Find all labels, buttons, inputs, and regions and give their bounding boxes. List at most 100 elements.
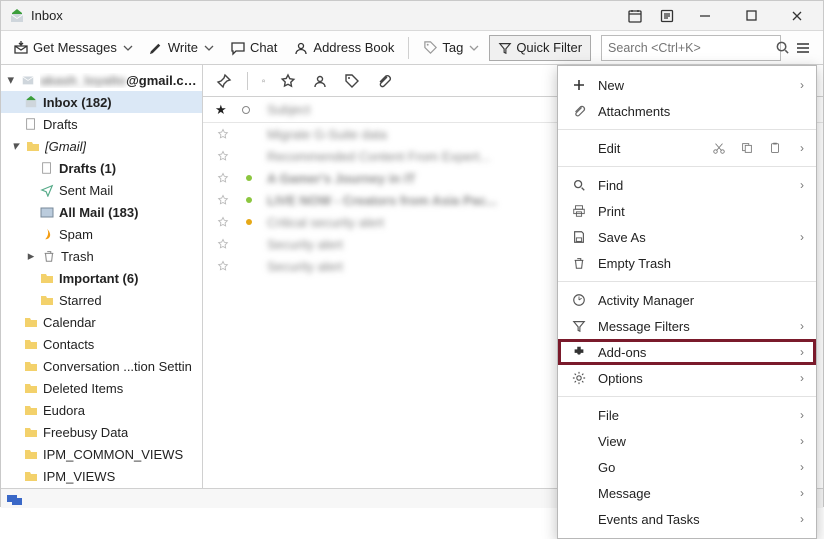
folder-icon xyxy=(23,446,39,462)
folder-label: Sent Mail xyxy=(59,183,113,198)
search-icon xyxy=(570,178,588,192)
attachment-icon xyxy=(570,104,588,118)
menu-edit[interactable]: Edit › xyxy=(558,135,816,161)
menu-activity-manager[interactable]: Activity Manager xyxy=(558,287,816,313)
app-menu: New› Attachments Edit › Find› Print Save… xyxy=(557,65,817,539)
folder-label: Freebusy Data xyxy=(43,425,128,440)
minimize-button[interactable] xyxy=(683,2,727,30)
get-messages-button[interactable]: Get Messages xyxy=(7,35,139,61)
menu-events-tasks[interactable]: Events and Tasks› xyxy=(558,506,816,532)
filter-icon xyxy=(570,319,588,333)
folder-trash[interactable]: ▸ Trash xyxy=(1,245,202,267)
folder-starred[interactable]: Starred xyxy=(1,289,202,311)
chevron-down-icon xyxy=(469,43,479,53)
menu-print[interactable]: Print xyxy=(558,198,816,224)
app-menu-button[interactable] xyxy=(789,35,817,61)
pin-icon[interactable] xyxy=(215,72,233,90)
account-icon xyxy=(21,72,37,88)
star-cell[interactable] xyxy=(215,128,231,140)
attachment-icon[interactable] xyxy=(375,72,393,90)
folder-all-mail[interactable]: All Mail (183) xyxy=(1,201,202,223)
folder-conversation[interactable]: Conversation ...tion Settin xyxy=(1,355,202,377)
expander-icon[interactable]: ▸ xyxy=(25,248,37,264)
tag-label: Tag xyxy=(442,40,463,55)
expander-icon[interactable]: ▾ xyxy=(9,138,21,154)
folder-drafts[interactable]: Drafts xyxy=(1,113,202,135)
folder-icon xyxy=(23,402,39,418)
star-cell[interactable] xyxy=(215,194,231,206)
expander-icon[interactable]: ▾ xyxy=(5,72,17,88)
folder-ipm-views[interactable]: IPM_VIEWS xyxy=(1,465,202,487)
menu-file[interactable]: File› xyxy=(558,402,816,428)
star-cell[interactable] xyxy=(215,260,231,272)
status-cell xyxy=(241,175,257,181)
status-icon[interactable] xyxy=(7,493,23,505)
window-controls xyxy=(683,2,819,30)
inbox-icon xyxy=(9,8,25,24)
close-button[interactable] xyxy=(775,2,819,30)
toolbar-separator xyxy=(408,37,409,59)
maximize-button[interactable] xyxy=(729,2,773,30)
address-book-button[interactable]: Address Book xyxy=(287,35,400,61)
menu-message[interactable]: Message› xyxy=(558,480,816,506)
trash-icon xyxy=(41,248,57,264)
folder-important[interactable]: Important (6) xyxy=(1,267,202,289)
bookmark-icon[interactable] xyxy=(247,72,265,90)
spam-icon xyxy=(39,226,55,242)
tag-button[interactable]: Tag xyxy=(417,35,485,61)
col-read[interactable] xyxy=(241,105,257,115)
menu-separator xyxy=(558,396,816,397)
star-cell[interactable] xyxy=(215,150,231,162)
folder-contacts[interactable]: Contacts xyxy=(1,333,202,355)
search-input[interactable] xyxy=(608,41,769,55)
folder-spam[interactable]: Spam xyxy=(1,223,202,245)
menu-go[interactable]: Go› xyxy=(558,454,816,480)
menu-new[interactable]: New› xyxy=(558,72,816,98)
menu-view[interactable]: View› xyxy=(558,428,816,454)
menu-options[interactable]: Options› xyxy=(558,365,816,391)
chat-label: Chat xyxy=(250,40,277,55)
menu-addons[interactable]: Add-ons› xyxy=(558,339,816,365)
search-box[interactable] xyxy=(601,35,781,61)
star-cell[interactable] xyxy=(215,172,231,184)
folder-label: Spam xyxy=(59,227,93,242)
star-cell[interactable] xyxy=(215,238,231,250)
activity-icon xyxy=(570,293,588,307)
paste-icon[interactable] xyxy=(766,141,784,155)
folder-label: IPM_VIEWS xyxy=(43,469,115,484)
menu-message-filters[interactable]: Message Filters› xyxy=(558,313,816,339)
quick-filter-button[interactable]: Quick Filter xyxy=(489,35,591,61)
folder-ipm-common[interactable]: IPM_COMMON_VIEWS xyxy=(1,443,202,465)
account-node[interactable]: ▾ akash_loyalto@gmail.com xyxy=(1,69,202,91)
folder-gmail[interactable]: ▾ [Gmail] xyxy=(1,135,202,157)
col-star[interactable]: ★ xyxy=(215,102,231,118)
menu-separator xyxy=(558,129,816,130)
menu-empty-trash[interactable]: Empty Trash xyxy=(558,250,816,276)
folder-inbox[interactable]: Inbox (182) xyxy=(1,91,202,113)
folder-tree: ▾ akash_loyalto@gmail.com Inbox (182) Dr… xyxy=(1,65,203,488)
menu-find[interactable]: Find› xyxy=(558,172,816,198)
folder-calendar[interactable]: Calendar xyxy=(1,311,202,333)
folder-gmail-drafts[interactable]: Drafts (1) xyxy=(1,157,202,179)
folder-label: Deleted Items xyxy=(43,381,123,396)
tasks-button[interactable] xyxy=(651,2,683,30)
cut-icon[interactable] xyxy=(710,141,728,155)
star-icon[interactable] xyxy=(279,72,297,90)
chat-button[interactable]: Chat xyxy=(224,35,283,61)
window-title: Inbox xyxy=(31,8,63,23)
folder-sent[interactable]: Sent Mail xyxy=(1,179,202,201)
calendar-button[interactable] xyxy=(619,2,651,30)
folder-eudora[interactable]: Eudora xyxy=(1,399,202,421)
menu-attachments[interactable]: Attachments xyxy=(558,98,816,124)
contact-icon[interactable] xyxy=(311,72,329,90)
copy-icon[interactable] xyxy=(738,141,756,155)
menu-save-as[interactable]: Save As› xyxy=(558,224,816,250)
account-label: akash_loyalto@gmail.com xyxy=(40,73,198,88)
folder-deleted[interactable]: Deleted Items xyxy=(1,377,202,399)
folder-freebusy[interactable]: Freebusy Data xyxy=(1,421,202,443)
star-cell[interactable] xyxy=(215,216,231,228)
status-cell xyxy=(241,197,257,203)
tag-icon[interactable] xyxy=(343,72,361,90)
write-button[interactable]: Write xyxy=(143,35,220,61)
folder-label: Conversation ...tion Settin xyxy=(43,359,192,374)
